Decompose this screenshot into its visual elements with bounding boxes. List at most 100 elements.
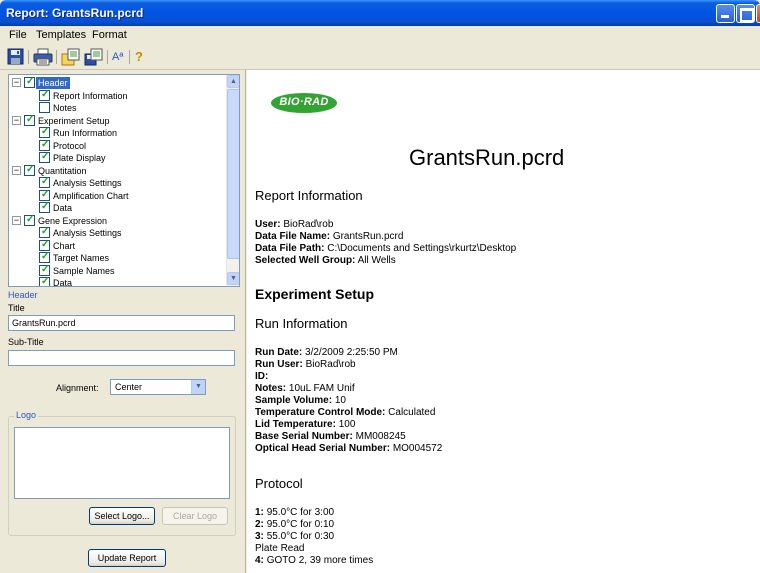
protocol-heading: Protocol [255, 476, 303, 491]
data-file-name-line: Data File Name: GrantsRun.pcrd [255, 231, 404, 242]
scroll-up-arrow[interactable]: ▲ [227, 75, 239, 88]
save-icon[interactable] [7, 48, 24, 66]
report-window: Report: GrantsRun.pcrd File Templates Fo… [0, 0, 760, 573]
tree-expander-icon[interactable]: − [12, 78, 21, 87]
tree-item[interactable]: Protocol [9, 139, 225, 152]
user-line: User: BioRad\rob [255, 219, 334, 230]
clear-logo-button[interactable]: Clear Logo [162, 507, 228, 525]
protocol-step-2: 2: 95.0°C for 0:10 [255, 519, 335, 530]
tree-item[interactable]: − Gene Expression [9, 214, 225, 227]
scroll-down-arrow[interactable]: ▼ [227, 272, 239, 285]
save-template-icon[interactable] [84, 48, 104, 66]
menu-bar: File Templates Format [0, 26, 760, 44]
report-info-heading: Report Information [255, 188, 363, 203]
tree-checkbox[interactable] [39, 276, 50, 286]
lid-temperature-line: Lid Temperature: 100 [255, 419, 356, 430]
tree-item[interactable]: Amplification Chart [9, 189, 225, 202]
tree-checkbox[interactable] [39, 201, 50, 213]
tree-item-label: Run Information [53, 128, 118, 138]
menu-format[interactable]: Format [92, 29, 127, 41]
tree-checkbox[interactable] [39, 239, 50, 251]
tree-checkbox[interactable] [24, 214, 35, 226]
header-section-label: Header [8, 290, 38, 300]
tree-item[interactable]: − Experiment Setup [9, 114, 225, 127]
update-report-button[interactable]: Update Report [88, 549, 166, 567]
tree-item-label: Plate Display [53, 153, 106, 163]
tree-item[interactable]: − Header [9, 76, 225, 89]
font-icon[interactable]: Aª [112, 48, 123, 66]
tree-item-label: Target Names [53, 253, 110, 263]
id-line: ID: [255, 371, 269, 382]
protocol-step-1: 1: 95.0°C for 3:00 [255, 507, 335, 518]
tree-checkbox[interactable] [24, 164, 35, 176]
open-template-icon[interactable] [61, 48, 81, 66]
experiment-setup-heading: Experiment Setup [255, 286, 375, 302]
logo-preview [14, 427, 230, 499]
tree-scrollbar[interactable]: ▲ ▼ [226, 75, 239, 286]
tree-item[interactable]: Sample Names [9, 264, 225, 277]
tree-item-label: Analysis Settings [53, 228, 122, 238]
subtitle-input[interactable] [8, 350, 235, 366]
print-icon[interactable] [33, 48, 53, 66]
select-logo-button[interactable]: Select Logo... [89, 507, 155, 525]
tree-checkbox[interactable] [39, 189, 50, 201]
selected-well-group-line: Selected Well Group: All Wells [255, 255, 396, 266]
tree-item[interactable]: − Quantitation [9, 164, 225, 177]
report-title: GrantsRun.pcrd [409, 145, 565, 170]
alignment-select[interactable]: Center ▼ [110, 379, 206, 395]
tree-item-label: Protocol [53, 140, 87, 151]
tree-item[interactable]: Plate Display [9, 151, 225, 164]
tree-checkbox[interactable] [39, 102, 50, 113]
report-sections-tree[interactable]: Data Sample Names Target Names Chart Analysi… [8, 74, 240, 287]
tree-item[interactable]: Data [9, 276, 225, 286]
tree-expander-icon[interactable]: − [12, 165, 21, 175]
tree-item[interactable]: Report Information [9, 89, 225, 102]
tree-checkbox[interactable] [24, 76, 35, 88]
run-information-heading: Run Information [255, 316, 348, 331]
tree-item-label: Analysis Settings [53, 178, 122, 188]
tree-expander-icon[interactable]: − [12, 115, 21, 125]
scroll-thumb[interactable] [227, 89, 239, 259]
toolbar-separator [56, 50, 57, 64]
toolbar-separator [107, 50, 108, 64]
tree-expander-icon[interactable]: − [12, 215, 21, 225]
report-preview: BIO·RAD GrantsRun.pcrd Report Informatio… [247, 70, 760, 573]
tree-checkbox[interactable] [24, 114, 35, 126]
tree-checkbox[interactable] [39, 89, 50, 101]
tree-item-label: Report Information [53, 90, 128, 101]
tree-item-label: Data [53, 203, 73, 213]
toolbar: Aª ? [0, 44, 760, 70]
title-label: Title [8, 303, 25, 313]
title-bar[interactable]: Report: GrantsRun.pcrd [0, 0, 760, 26]
tree-item[interactable]: Notes [9, 102, 225, 114]
tree-item[interactable]: Data [9, 201, 225, 214]
tree-checkbox[interactable] [39, 226, 50, 238]
chevron-down-icon[interactable]: ▼ [191, 380, 205, 394]
tree-checkbox[interactable] [39, 126, 50, 138]
tree-checkbox[interactable] [39, 264, 50, 276]
tree-item[interactable]: Analysis Settings [9, 176, 225, 189]
tree-checkbox[interactable] [39, 139, 50, 151]
subtitle-label: Sub-Title [8, 337, 44, 347]
tree-item[interactable]: Target Names [9, 251, 225, 264]
menu-file[interactable]: File [9, 29, 27, 41]
minimize-button[interactable] [716, 4, 735, 23]
menu-templates[interactable]: Templates [36, 29, 86, 41]
tree-item[interactable]: Chart [9, 239, 225, 252]
tree-checkbox[interactable] [39, 251, 50, 263]
protocol-step-4: 4: GOTO 2, 39 more times [255, 555, 374, 566]
tree-checkbox[interactable] [39, 151, 50, 163]
tree-item[interactable]: Analysis Settings [9, 226, 225, 239]
help-icon[interactable]: ? [135, 48, 143, 66]
alignment-label: Alignment: [56, 383, 99, 393]
run-date-line: Run Date: 3/2/2009 2:25:50 PM [255, 347, 398, 358]
tree-checkbox[interactable] [39, 176, 50, 188]
toolbar-separator [129, 50, 130, 64]
report-options-panel: Data Sample Names Target Names Chart Analysi… [0, 70, 246, 573]
maximize-button[interactable] [736, 4, 755, 23]
temperature-mode-line: Temperature Control Mode: Calculated [255, 407, 436, 418]
tree-item[interactable]: Run Information [9, 126, 225, 139]
run-user-line: Run User: BioRad\rob [255, 359, 356, 370]
close-button[interactable] [756, 4, 760, 23]
title-input[interactable]: GrantsRun.pcrd [8, 315, 235, 331]
